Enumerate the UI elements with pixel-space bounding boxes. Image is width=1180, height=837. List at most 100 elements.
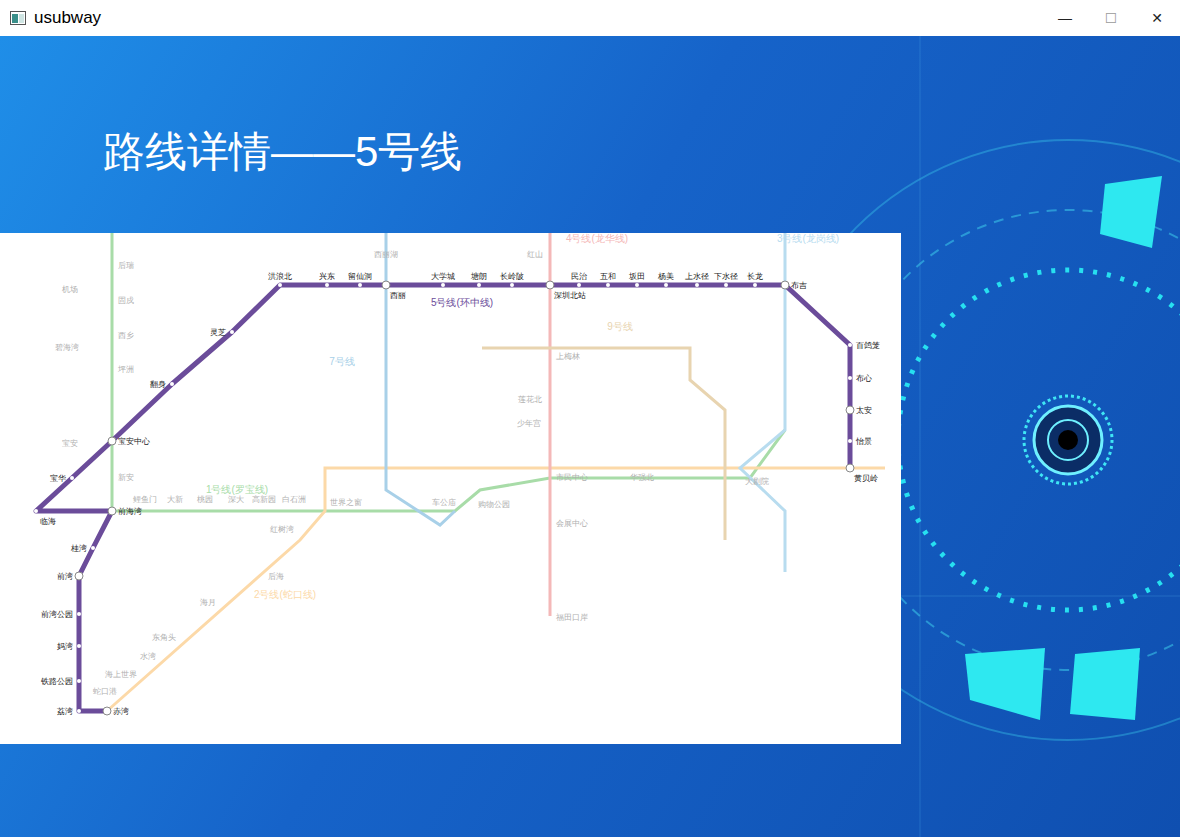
station[interactable]: 荔湾 [57,707,81,716]
station[interactable]: 桂湾 [70,544,95,553]
title-bar: usubway—☐✕ [0,0,1180,36]
station-label: 布心 [856,374,872,383]
station[interactable]: 布吉 [781,281,807,290]
faded-line: 9号线 [482,321,725,540]
window-control-button[interactable]: — [1042,0,1088,36]
station[interactable]: 临海 [34,509,56,526]
station[interactable]: 洪浪北 [268,272,292,287]
station-label: 铁路公园 [40,677,73,686]
station-label: 宝华 [50,474,66,483]
station[interactable]: 五和 [600,272,616,287]
station-dot [724,283,728,287]
faded-station-label: 鲤鱼门 [133,495,157,504]
station[interactable]: 宝安中心 [108,437,150,446]
faded-station-label: 白石洲 [282,495,306,504]
station-dot [325,283,329,287]
station-label: 塘朗 [470,272,487,281]
station[interactable]: 杨美 [657,272,674,287]
faded-station-label: 大剧院 [745,477,769,486]
station[interactable]: 布心 [848,374,872,383]
station-dot [75,572,83,580]
station[interactable]: 前海湾 [108,507,142,516]
station[interactable]: 坂田 [628,272,645,287]
station-label: 西丽 [390,291,406,300]
line-label: 5号线(环中线) [431,297,493,308]
station[interactable]: 妈湾 [57,642,81,651]
station[interactable]: 民治 [571,272,587,287]
station-dot [510,283,514,287]
faded-station-label: 华强北 [630,473,654,482]
app-window: usubway—☐✕路线详情——5号线1号线(罗宝线)2号线(蛇口线)3号线(龙… [0,0,1180,837]
station-label: 妈湾 [57,642,73,651]
station-dot [230,330,234,334]
window-control-button[interactable]: ✕ [1134,0,1180,36]
station-dot [664,283,668,287]
station-label: 赤湾 [113,707,129,716]
station-dot [77,709,81,713]
station-label: 太安 [856,406,872,415]
station-dot [546,281,554,289]
faded-station-label: 机场 [62,285,78,294]
station-label: 坂田 [628,272,645,281]
faded-line: 3号线(龙岗线) [740,233,839,572]
station[interactable]: 大学城 [431,272,455,287]
station-label: 留仙洞 [348,272,372,281]
station-label: 前湾公园 [41,610,73,619]
station[interactable]: 前湾公园 [41,610,81,619]
station-dot [382,281,390,289]
station-dot [34,509,38,513]
station-dot [846,406,854,414]
station-label: 下水径 [714,272,738,281]
station[interactable]: 上水径 [685,272,709,287]
station-label: 百鸽笼 [856,341,880,350]
faded-station-label: 蛇口港 [93,687,117,696]
station-dot [108,507,116,515]
station-dot [477,283,481,287]
faded-station-label: 市民中心 [556,473,588,482]
station[interactable]: 下水径 [714,272,738,287]
station[interactable]: 太安 [846,406,872,415]
station-dot [170,382,174,386]
station-label: 灵芝 [210,328,226,337]
station-dot [441,283,445,287]
station-dot [846,464,854,472]
station-label: 布吉 [791,281,807,290]
station[interactable]: 翻身 [150,380,174,389]
station-label: 荔湾 [57,707,73,716]
station-label: 洪浪北 [268,272,292,281]
faded-station-label: 世界之窗 [330,498,362,507]
station[interactable]: 长岭陂 [500,272,524,287]
station[interactable]: 灵芝 [210,328,234,337]
line-label: 7号线 [329,356,355,367]
station[interactable]: 留仙洞 [348,272,372,287]
station[interactable]: 赤湾 [103,707,129,716]
station-label: 长龙 [747,272,763,281]
station-label: 民治 [571,272,587,281]
faded-station-label: 车公庙 [432,498,456,507]
content-area: 路线详情——5号线1号线(罗宝线)2号线(蛇口线)3号线(龙岗线)4号线(龙华线… [0,36,1180,837]
station-dot [77,644,81,648]
station-label: 五和 [600,272,616,281]
station-label: 黄贝岭 [854,474,878,483]
station-label: 前湾 [57,572,73,581]
station[interactable]: 兴东 [319,272,335,287]
station[interactable]: 塘朗 [470,272,487,287]
faded-station-label: 水湾 [140,652,156,661]
station[interactable]: 百鸽笼 [848,341,880,350]
station[interactable]: 黄贝岭 [846,464,878,483]
line-5-route [36,285,850,711]
station[interactable]: 西丽 [382,281,406,300]
window-control-button[interactable]: ☐ [1088,0,1134,36]
station[interactable]: 宝华 [50,474,74,483]
station-dot [91,546,95,550]
station[interactable]: 铁路公园 [40,677,81,686]
station-dot [781,281,789,289]
station[interactable]: 怡景 [848,437,872,446]
faded-station-label: 东角头 [152,633,176,642]
station-dot [77,612,81,616]
station[interactable]: 前湾 [57,572,83,581]
station[interactable]: 长龙 [747,272,763,287]
station[interactable]: 深圳北站 [546,281,586,300]
line-label: 1号线(罗宝线) [206,484,268,495]
faded-station-label: 碧海湾 [55,343,79,352]
